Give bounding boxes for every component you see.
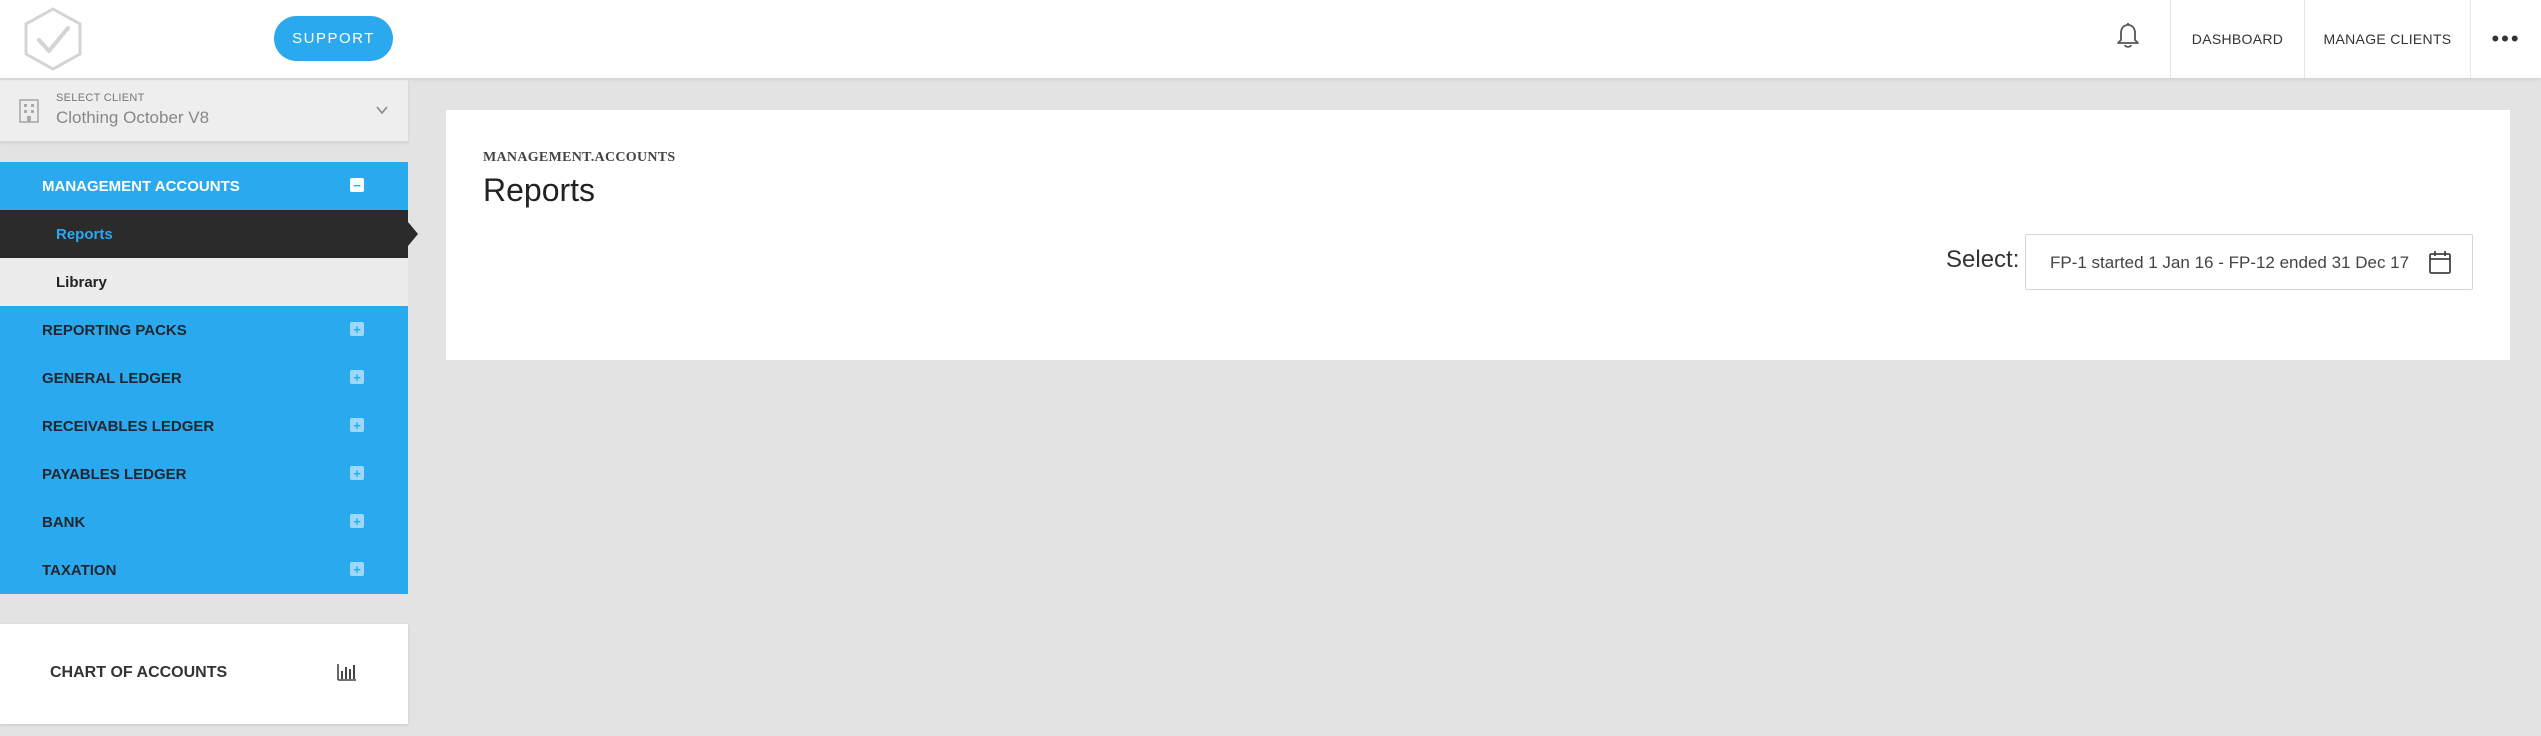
logo-icon[interactable]	[22, 6, 84, 72]
expand-icon[interactable]: +	[350, 562, 364, 576]
chevron-down-icon[interactable]	[374, 102, 390, 118]
sidebar-group-payables-ledger[interactable]: PAYABLES LEDGER +	[0, 450, 408, 498]
period-range-picker[interactable]: FP-1 started 1 Jan 16 - FP-12 ended 31 D…	[2025, 234, 2473, 290]
expand-icon[interactable]: +	[350, 418, 364, 432]
page-title: Reports	[483, 172, 596, 208]
sidebar-group-label: MANAGEMENT ACCOUNTS	[42, 177, 240, 195]
sidebar-group-label: BANK	[42, 513, 86, 531]
breadcrumb: MANAGEMENT.ACCOUNTS	[483, 150, 676, 165]
expand-icon[interactable]: +	[350, 322, 364, 336]
bar-chart-icon	[336, 662, 358, 682]
sidebar-group-label: RECEIVABLES LEDGER	[42, 417, 215, 435]
sidebar-item-library[interactable]: Library	[0, 258, 408, 306]
client-select-label: SELECT CLIENT	[56, 92, 145, 104]
client-selector[interactable]: SELECT CLIENT Clothing October V8	[0, 80, 408, 142]
chart-of-accounts-link[interactable]: CHART OF ACCOUNTS	[0, 624, 408, 724]
expand-icon[interactable]: +	[350, 514, 364, 528]
period-select-label: Select:	[1946, 246, 2020, 273]
sidebar-group-label: REPORTING PACKS	[42, 321, 187, 339]
chart-of-accounts-label: CHART OF ACCOUNTS	[50, 664, 228, 681]
calendar-icon[interactable]	[2428, 249, 2452, 275]
support-button[interactable]: SUPPORT	[274, 16, 393, 61]
selected-pointer-icon	[408, 222, 418, 246]
sidebar-group-taxation[interactable]: TAXATION +	[0, 546, 408, 594]
period-range-value: FP-1 started 1 Jan 16 - FP-12 ended 31 D…	[2050, 253, 2410, 272]
sidebar-item-label: Reports	[56, 225, 113, 243]
sidebar-group-reporting-packs[interactable]: REPORTING PACKS +	[0, 306, 408, 354]
top-bar: SUPPORT DASHBOARD MANAGE CLIENTS •••	[0, 0, 2541, 78]
sidebar-group-label: GENERAL LEDGER	[42, 369, 182, 387]
nav-manage-clients-link[interactable]: MANAGE CLIENTS	[2304, 0, 2470, 78]
more-icon[interactable]: •••	[2470, 0, 2541, 78]
sidebar-menu: MANAGEMENT ACCOUNTS − Reports Library RE…	[0, 162, 418, 594]
sidebar-item-reports[interactable]: Reports	[0, 210, 418, 258]
main-panel: MANAGEMENT.ACCOUNTS Reports Select: FP-1…	[446, 110, 2510, 360]
client-select-value: Clothing October V8	[56, 108, 210, 127]
sidebar-item-label: Library	[56, 273, 107, 291]
bell-icon[interactable]	[2114, 20, 2142, 52]
sidebar-group-bank[interactable]: BANK +	[0, 498, 408, 546]
sidebar-group-general-ledger[interactable]: GENERAL LEDGER +	[0, 354, 408, 402]
nav-dashboard-link[interactable]: DASHBOARD	[2170, 0, 2304, 78]
sidebar-group-label: PAYABLES LEDGER	[42, 465, 187, 483]
sidebar-group-label: TAXATION	[42, 561, 117, 579]
building-icon	[18, 98, 40, 124]
collapse-icon[interactable]: −	[350, 178, 364, 192]
sidebar: SELECT CLIENT Clothing October V8 MANAGE…	[0, 78, 418, 736]
expand-icon[interactable]: +	[350, 370, 364, 384]
expand-icon[interactable]: +	[350, 466, 364, 480]
sidebar-group-management-accounts[interactable]: MANAGEMENT ACCOUNTS −	[0, 162, 408, 210]
sidebar-group-receivables-ledger[interactable]: RECEIVABLES LEDGER +	[0, 402, 408, 450]
